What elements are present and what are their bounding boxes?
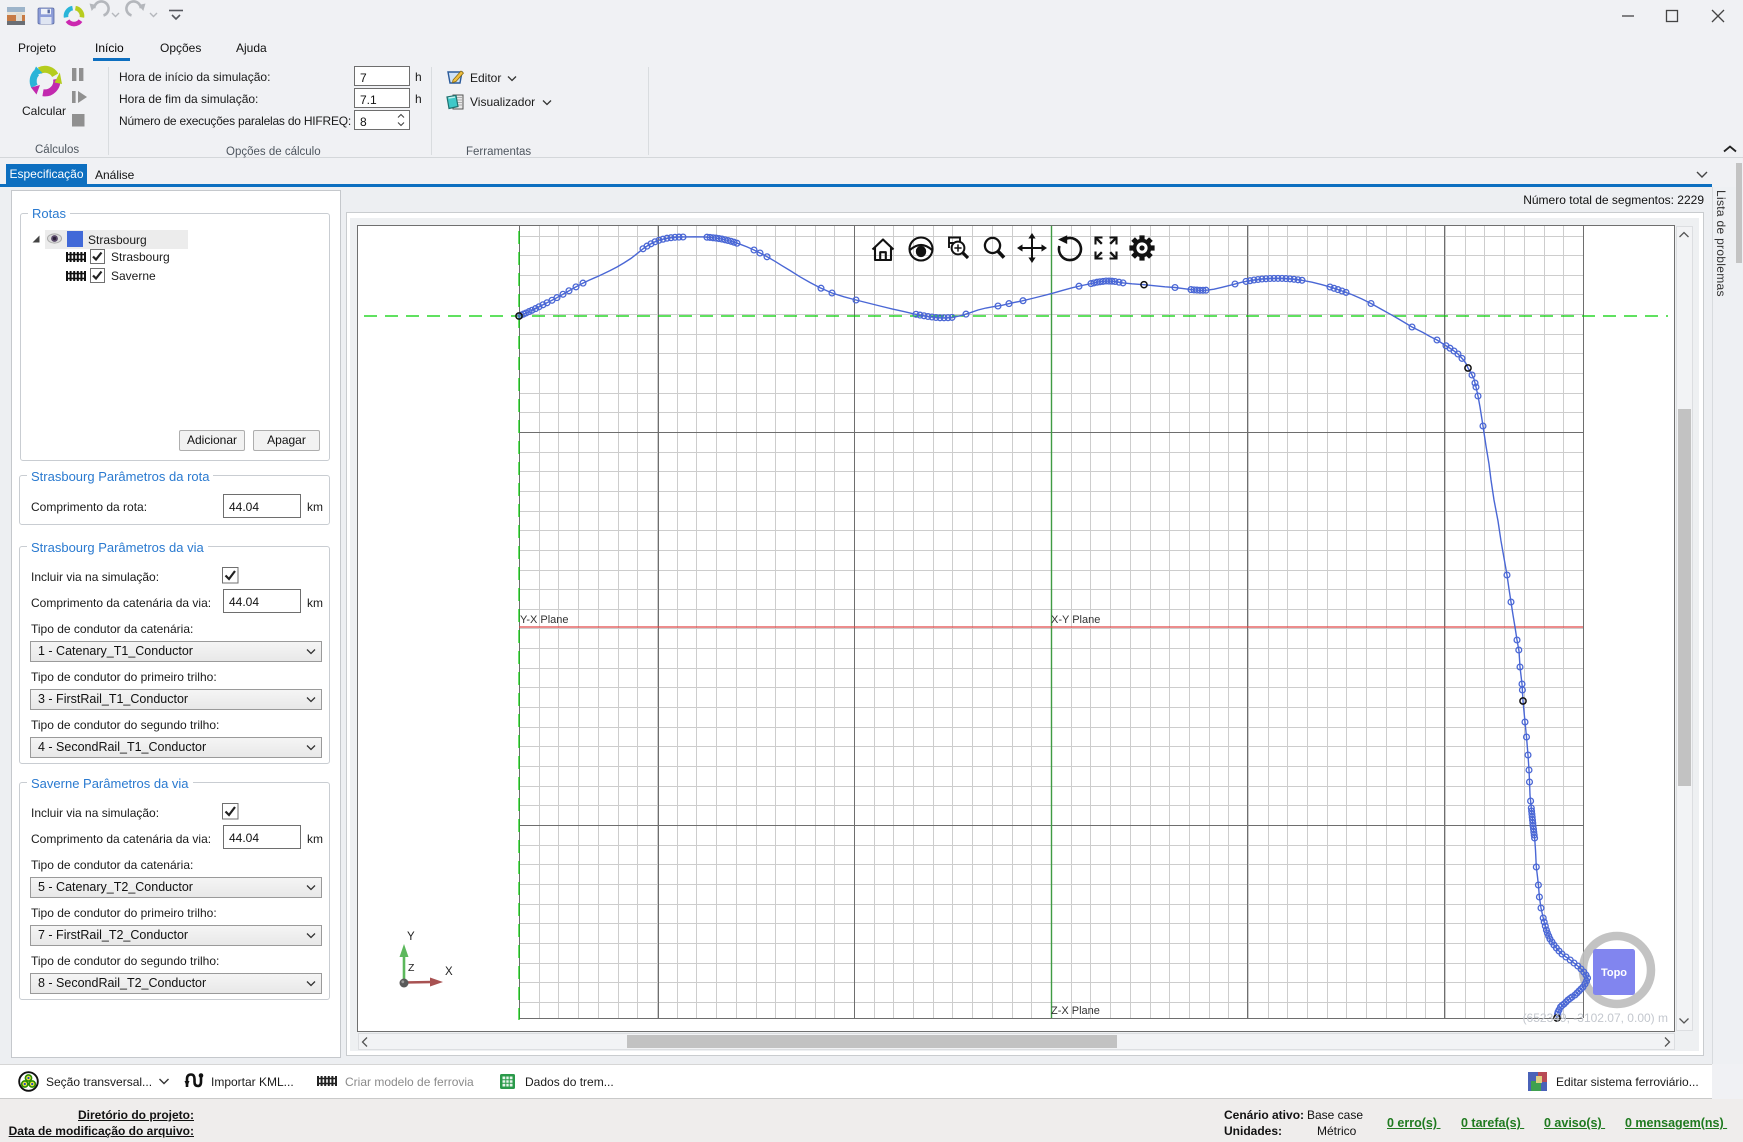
svg-text:Z-X Plane: Z-X Plane [1051, 1005, 1100, 1017]
svg-text:Y: Y [407, 931, 415, 943]
svg-text:Z: Z [408, 962, 415, 974]
svg-text:(652349, -3102.07, 0.00) m: (652349, -3102.07, 0.00) m [1523, 1011, 1668, 1025]
svg-text:X-Y Plane: X-Y Plane [1051, 614, 1100, 626]
svg-text:X: X [445, 966, 453, 978]
svg-text:Topo: Topo [1601, 967, 1627, 979]
svg-text:Y-X Plane: Y-X Plane [520, 614, 569, 626]
